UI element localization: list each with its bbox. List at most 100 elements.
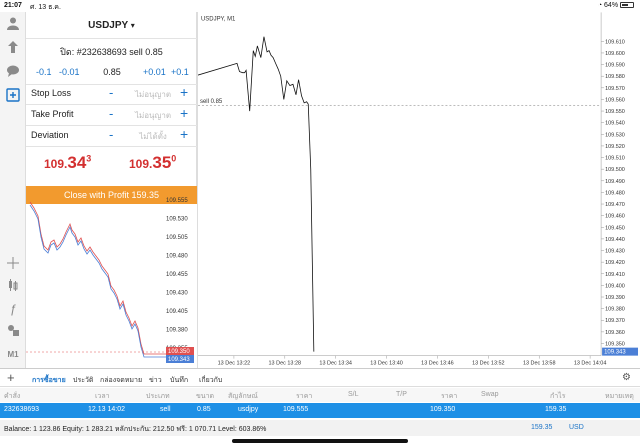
mini-y-tick-label: 109.530 — [166, 217, 188, 223]
tab-about[interactable]: เกี่ยวกับ — [199, 375, 222, 386]
cell-current-price: 109.350 — [430, 406, 456, 413]
function-icon[interactable]: ƒ — [5, 301, 21, 317]
mini-tick-chart: 109.555 109.530 109.505 109.480 109.455 109.4… — [26, 198, 194, 363]
y-tick-label: 109.450 — [605, 225, 625, 231]
tree-icon[interactable] — [5, 40, 21, 56]
y-tick-label: 109.580 — [605, 74, 625, 80]
battery-icon — [620, 2, 634, 9]
y-tick-label: 109.480 — [605, 190, 625, 196]
x-tick-label: 13 Dec 14:04 — [574, 361, 607, 367]
tab-history[interactable]: ประวัติ — [73, 375, 93, 386]
mini-y-tick-label: 109.505 — [166, 235, 188, 241]
deviation-label: Deviation — [31, 130, 69, 140]
mini-y-tick-label: 109.405 — [166, 309, 188, 315]
volume-plus-small-button[interactable]: +0.01 — [143, 67, 166, 77]
mini-y-tick-label: 109.555 — [166, 198, 188, 204]
take-profit-minus-button[interactable]: - — [109, 106, 113, 121]
bid-price: 109.343 — [44, 153, 92, 172]
y-tick-label: 109.530 — [605, 132, 625, 138]
tab-journal[interactable]: บันทึก — [170, 375, 188, 386]
wifi-icon: ◔ — [597, 2, 603, 9]
balance-text: Balance: 1 123.86 Equity: 1 283.21 หลักป… — [4, 426, 267, 433]
stop-loss-minus-button[interactable]: - — [109, 85, 113, 100]
stop-loss-row: Stop Loss - ไม่อนุญาต + — [26, 84, 197, 104]
take-profit-plus-button[interactable]: + — [180, 105, 188, 121]
new-order-icon[interactable] — [5, 88, 21, 104]
tab-news[interactable]: ข่าว — [149, 375, 162, 386]
cell-symbol: usdjpy — [238, 406, 259, 413]
volume-minus-small-button[interactable]: -0.01 — [59, 67, 80, 77]
mini-bid-line — [29, 204, 174, 358]
volume-plus-large-button[interactable]: +0.1 — [171, 67, 189, 77]
y-tick-label: 109.370 — [605, 318, 625, 324]
x-tick-label: 13 Dec 13:58 — [523, 361, 556, 367]
cell-type: sell — [160, 406, 171, 413]
y-tick-label: 109.420 — [605, 260, 625, 266]
stop-loss-label: Stop Loss — [31, 88, 72, 98]
add-icon[interactable]: + — [7, 370, 15, 385]
user-icon[interactable] — [5, 16, 21, 32]
y-tick-label: 109.460 — [605, 214, 625, 220]
col-time: เวลา — [95, 393, 110, 400]
col-comment: หมายเหตุ — [605, 393, 634, 400]
status-bar: 21:07 ศ. 13 ธ.ค. ◔ 64% — [0, 0, 640, 12]
y-tick-label: 109.520 — [605, 144, 625, 150]
col-current-price: ราคา — [441, 393, 458, 400]
current-price-tag: 109.343 — [604, 350, 626, 356]
deviation-minus-button[interactable]: - — [109, 127, 113, 142]
symbol-selector[interactable]: USDJPY ▾ — [26, 20, 197, 31]
mini-ask-tag: 109.343 — [168, 357, 190, 363]
volume-value[interactable]: 0.85 — [101, 67, 123, 77]
stop-loss-plus-button[interactable]: + — [180, 84, 188, 100]
status-right: ◔ 64% — [598, 2, 634, 9]
col-price: ราคา — [296, 393, 313, 400]
col-swap: Swap — [481, 391, 499, 398]
col-tp: T/P — [396, 391, 407, 398]
mini-y-tick-label: 109.480 — [166, 254, 188, 260]
col-symbol: สัญลักษณ์ — [228, 393, 258, 400]
take-profit-row: Take Profit - ไม่อนุญาต + — [26, 105, 197, 125]
tab-mailbox[interactable]: กล่องจดหมาย — [100, 375, 142, 386]
y-tick-label: 109.540 — [605, 121, 625, 127]
bottom-tab-bar: + การซื้อขาย ประวัติ กล่องจดหมาย ข่าว บั… — [0, 368, 640, 387]
battery-percent: 64% — [604, 2, 619, 9]
clock: 21:07 — [4, 2, 22, 9]
cell-volume: 0.85 — [197, 406, 211, 413]
col-order: คำสั่ง — [4, 393, 21, 400]
tab-trade[interactable]: การซื้อขาย — [32, 375, 66, 386]
x-tick-label: 13 Dec 13:40 — [370, 361, 403, 367]
x-tick-label: 13 Dec 13:46 — [421, 361, 454, 367]
volume-minus-large-button[interactable]: -0.1 — [36, 67, 52, 77]
chat-icon[interactable] — [5, 64, 21, 80]
col-profit: กำไร — [550, 393, 566, 400]
timeframe-icon[interactable]: M1 — [5, 347, 21, 363]
y-tick-label: 109.560 — [605, 97, 625, 103]
ask-price: 109.350 — [129, 153, 177, 172]
y-tick-label: 109.410 — [605, 272, 625, 278]
chevron-down-icon: ▾ — [130, 21, 135, 30]
chart-title: USDJPY, M1 — [201, 16, 236, 22]
deviation-row: Deviation - ไม่ได้ตั้ง + — [26, 126, 197, 146]
col-sl: S/L — [348, 391, 359, 398]
deviation-input[interactable]: ไม่ได้ตั้ง — [127, 130, 179, 143]
cell-time: 12.13 14:02 — [88, 406, 125, 413]
layout-settings-icon[interactable]: ⚙ — [622, 372, 631, 383]
candles-icon[interactable] — [5, 278, 21, 294]
take-profit-input[interactable]: ไม่อนุญาต — [127, 109, 179, 122]
y-tick-label: 109.380 — [605, 307, 625, 313]
objects-icon[interactable] — [5, 323, 21, 339]
x-tick-label: 13 Dec 13:22 — [218, 361, 251, 367]
take-profit-label: Take Profit — [31, 109, 74, 119]
home-indicator[interactable] — [232, 439, 408, 443]
stop-loss-input[interactable]: ไม่อนุญาต — [127, 88, 179, 101]
main-chart[interactable]: USDJPY, M1 109.610 109.600 109.590 109.580 1… — [197, 12, 640, 368]
mini-y-tick-label: 109.380 — [166, 328, 188, 334]
col-volume: ขนาด — [196, 393, 215, 400]
cell-price: 109.555 — [283, 406, 309, 413]
x-tick-label: 13 Dec 13:34 — [319, 361, 352, 367]
positions-table-header: คำสั่ง เวลา ประเภท ขนาด สัญลักษณ์ ราคา S… — [0, 388, 640, 402]
deviation-plus-button[interactable]: + — [180, 126, 188, 142]
order-panel: USDJPY ▾ ปิด: #232638693 sell 0.85 -0.1 … — [26, 12, 197, 204]
crosshair-icon[interactable] — [5, 256, 21, 272]
table-row[interactable]: 232638693 12.13 14:02 sell 0.85 usdjpy 1… — [0, 403, 640, 418]
